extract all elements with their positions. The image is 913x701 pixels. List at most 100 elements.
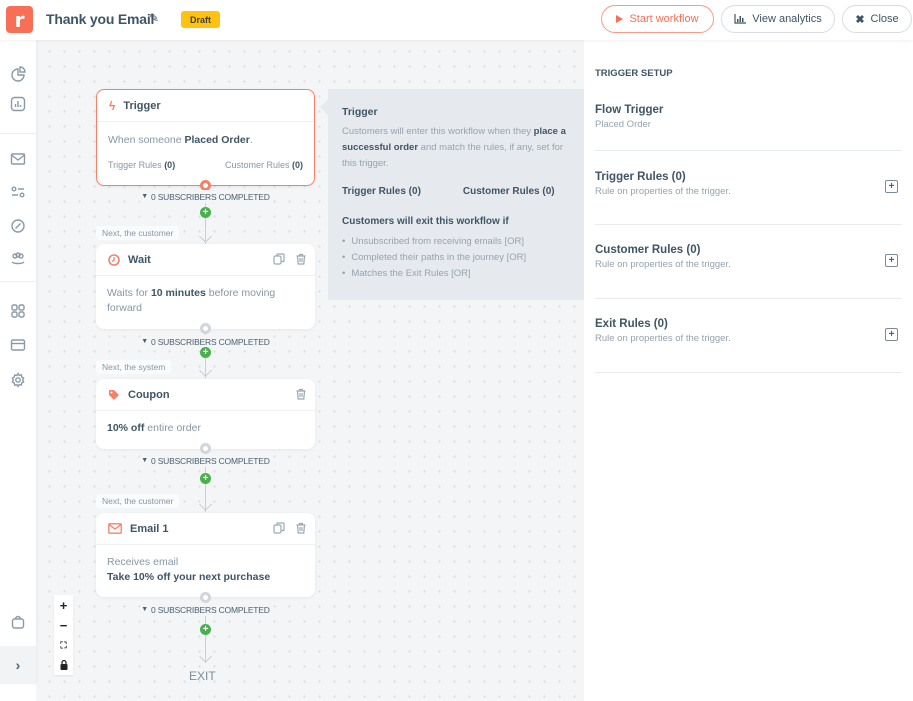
card-icon[interactable]: [9, 336, 27, 354]
sidebar-divider: [0, 281, 36, 282]
next-label: Next, the customer: [96, 494, 180, 508]
node-header: Wait: [96, 244, 315, 276]
popover-rules: Trigger Rules (0) Customer Rules (0): [342, 184, 570, 200]
label: Trigger Rules: [108, 160, 165, 170]
coupon-node[interactable]: Coupon 10% off entire order: [96, 379, 315, 449]
node-header: Coupon: [96, 379, 315, 411]
trigger-description: When someone Placed Order.: [108, 132, 303, 148]
add-step-button[interactable]: +: [200, 473, 211, 484]
email-subject: Take 10% off your next purchase: [107, 571, 271, 583]
trigger-node[interactable]: ϟ Trigger When someone Placed Order. Tri…: [96, 89, 315, 186]
view-analytics-label: View analytics: [752, 13, 822, 25]
lightning-icon: ϟ: [109, 98, 116, 113]
add-trigger-rule-button[interactable]: +: [885, 180, 898, 193]
text: Customers will enter this workflow when …: [342, 126, 534, 137]
app-logo[interactable]: r: [6, 6, 33, 33]
lock-button[interactable]: [54, 655, 73, 675]
add-step-button[interactable]: +: [200, 624, 211, 635]
trigger-event: Placed Order: [184, 134, 250, 146]
exit-condition: Completed their paths in the journey [OR…: [342, 250, 570, 266]
section-desc: Rule on properties of the trigger.: [595, 186, 731, 197]
trigger-rules-count: Trigger Rules (0): [108, 157, 175, 173]
trash-icon[interactable]: [295, 253, 307, 265]
text: .: [249, 134, 253, 146]
next-label: Next, the system: [96, 360, 172, 374]
add-exit-rule-button[interactable]: +: [885, 328, 898, 341]
node-output-port[interactable]: [200, 323, 211, 334]
close-label: Close: [870, 13, 899, 25]
left-sidebar: ›: [0, 40, 36, 684]
section-heading: Exit Rules (0): [595, 318, 668, 330]
trigger-setup-panel: TRIGGER SETUP Flow Trigger Placed Order …: [584, 40, 913, 701]
users-icon[interactable]: [9, 249, 27, 267]
text: entire order: [144, 422, 201, 434]
pie-chart-icon[interactable]: [9, 65, 27, 83]
node-title: Trigger: [123, 99, 161, 112]
subscribers-completed-toggle[interactable]: ▼ 0 SUBSCRIBERS COMPLETED: [140, 603, 271, 616]
bag-icon[interactable]: [9, 613, 27, 631]
section-heading: Trigger Rules (0): [595, 171, 686, 183]
bar-chart-icon[interactable]: [9, 95, 27, 113]
add-step-button[interactable]: +: [200, 207, 211, 218]
envelope-icon: [108, 523, 122, 534]
subscribers-completed-toggle[interactable]: ▼ 0 SUBSCRIBERS COMPLETED: [140, 454, 271, 467]
caret-down-icon: ▼: [141, 193, 149, 200]
zoom-in-button[interactable]: +: [54, 595, 73, 615]
analytics-icon: [734, 14, 747, 24]
toggles-icon[interactable]: [9, 183, 27, 201]
caret-down-icon: ▼: [141, 606, 149, 613]
gear-icon[interactable]: [9, 371, 27, 389]
node-output-port[interactable]: [200, 443, 211, 454]
node-output-port[interactable]: [200, 592, 211, 603]
node-header: Email 1: [96, 513, 315, 545]
node-actions: [295, 388, 307, 400]
exit-condition: Matches the Exit Rules [OR]: [342, 266, 570, 282]
chevron-right-icon: ›: [15, 657, 21, 673]
close-button[interactable]: ✖ Close: [842, 5, 912, 33]
grid-icon[interactable]: [9, 302, 27, 320]
status-badge: Draft: [181, 11, 220, 28]
node-body: Waits for 10 minutes before moving forwa…: [96, 276, 315, 326]
trash-icon[interactable]: [295, 522, 307, 534]
rules-row: Trigger Rules (0) Customer Rules (0): [108, 157, 303, 173]
exit-label: EXIT: [189, 669, 216, 683]
duplicate-icon[interactable]: [273, 253, 285, 265]
zoom-out-button[interactable]: −: [54, 615, 73, 635]
node-title: Coupon: [128, 388, 170, 401]
start-workflow-button[interactable]: Start workflow: [601, 5, 714, 33]
email-node[interactable]: Email 1 Receives email Take 10% off your…: [96, 513, 315, 597]
exit-rules-section: Exit Rules (0) Rule on properties of the…: [595, 318, 902, 373]
node-actions: [273, 522, 307, 534]
expand-sidebar-button[interactable]: ›: [0, 646, 36, 684]
view-analytics-button[interactable]: View analytics: [721, 5, 835, 33]
customer-rules-count: Customer Rules (0): [225, 157, 303, 173]
section-desc: Rule on properties of the trigger.: [595, 333, 731, 344]
trash-icon[interactable]: [295, 388, 307, 400]
subscribers-completed-toggle[interactable]: ▼ 0 SUBSCRIBERS COMPLETED: [140, 190, 271, 203]
pencil-icon[interactable]: ✎: [149, 11, 159, 25]
caret-down-icon: ▼: [141, 338, 149, 345]
next-label: Next, the customer: [96, 226, 180, 240]
top-bar: r Thank you Email ✎ Draft Start workflow…: [0, 0, 913, 40]
add-step-button[interactable]: +: [200, 347, 211, 358]
workflow-title: Thank you Email: [46, 11, 155, 27]
subscribers-completed-label: 0 SUBSCRIBERS COMPLETED: [151, 336, 270, 347]
node-title: Wait: [128, 253, 151, 266]
popover-trigger-rules: Trigger Rules (0): [342, 186, 421, 197]
compass-icon[interactable]: [9, 217, 27, 235]
email-action: Receives email: [107, 556, 179, 568]
fit-view-button[interactable]: ⛶: [54, 635, 73, 655]
node-body: Receives email Take 10% off your next pu…: [96, 545, 315, 595]
mail-icon[interactable]: [9, 150, 27, 168]
wait-duration: 10 minutes: [150, 287, 206, 299]
add-customer-rule-button[interactable]: +: [885, 254, 898, 267]
flow-trigger-value: Placed Order: [595, 119, 651, 130]
wait-node[interactable]: Wait Waits for 10 minutes before moving …: [96, 244, 315, 329]
subscribers-completed-label: 0 SUBSCRIBERS COMPLETED: [151, 191, 270, 202]
duplicate-icon[interactable]: [273, 522, 285, 534]
trigger-rules-section: Trigger Rules (0) Rule on properties of …: [595, 171, 902, 225]
node-body: 10% off entire order: [96, 411, 315, 446]
count: (0): [292, 160, 303, 170]
text: When someone: [108, 134, 185, 146]
play-icon: [616, 15, 624, 23]
